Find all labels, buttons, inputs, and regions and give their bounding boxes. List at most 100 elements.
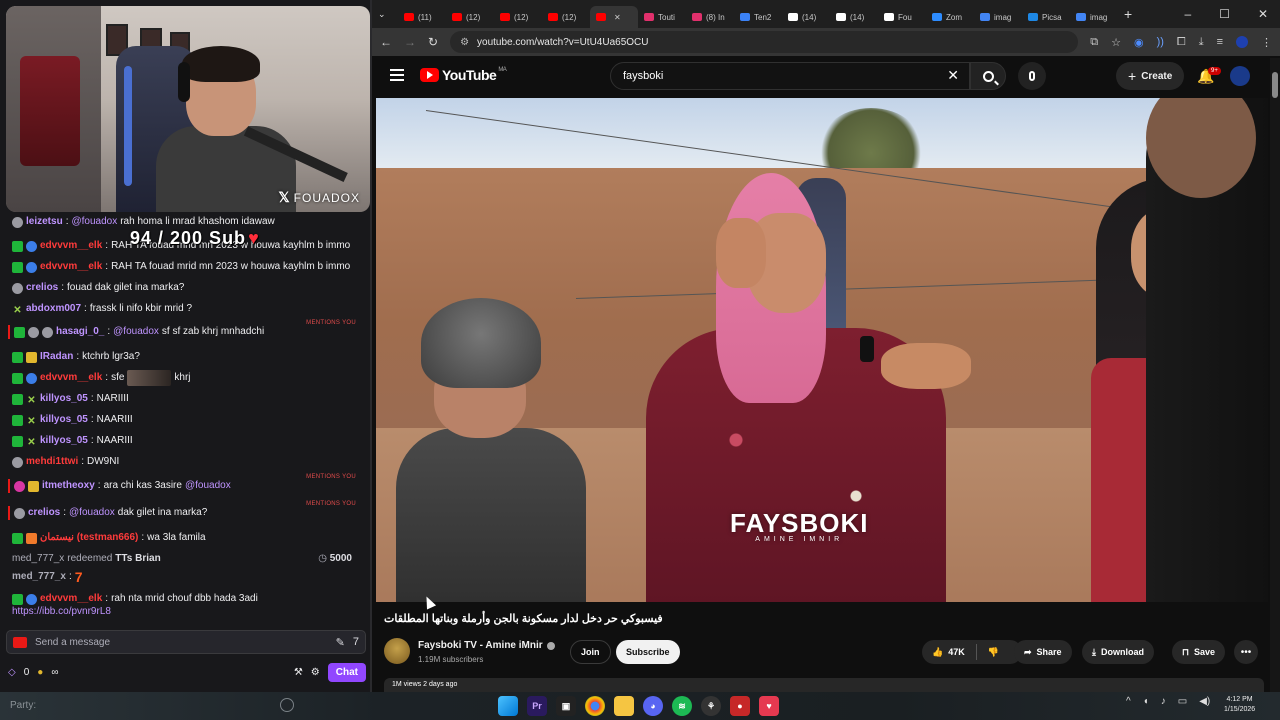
download-button[interactable]: ⤓ Download: [1082, 640, 1154, 664]
channel-name[interactable]: Faysboki TV - Amine iMnir: [418, 640, 555, 651]
channel-avatar[interactable]: [384, 638, 410, 664]
settings-icon[interactable]: ⚙: [311, 667, 320, 678]
browser-tab[interactable]: Ten2: [734, 6, 782, 28]
chat-badge-icon[interactable]: [26, 261, 37, 273]
file-explorer-icon[interactable]: [614, 696, 634, 716]
app-icon[interactable]: ♥: [759, 696, 779, 716]
dislike-icon[interactable]: 👎: [988, 647, 999, 658]
profile-avatar[interactable]: [1236, 36, 1248, 48]
description-box[interactable]: 1M views 2 days ago: [384, 678, 1264, 692]
chat-username[interactable]: edvvvm__elk: [40, 592, 102, 606]
browser-tab[interactable]: imag: [974, 6, 1022, 28]
chat-badge-icon[interactable]: [12, 593, 23, 605]
chat-username[interactable]: edvvvm__elk: [40, 371, 102, 385]
chat-input[interactable]: Send a message ✎ 7: [6, 630, 366, 654]
account-avatar[interactable]: [1230, 66, 1250, 86]
headset-icon[interactable]: ◖: [1143, 696, 1149, 707]
chat-username[interactable]: نيستمان (testman666): [40, 531, 138, 545]
chat-badge-icon[interactable]: [12, 456, 23, 468]
chat-badge-icon[interactable]: ✕: [26, 415, 37, 427]
chat-username[interactable]: med_777_x: [12, 570, 66, 584]
chat-badge-icon[interactable]: [12, 261, 23, 273]
chat-badge-icon[interactable]: [14, 507, 25, 519]
install-icon[interactable]: ⧉: [1090, 36, 1098, 49]
reload-icon[interactable]: ↻: [428, 35, 438, 49]
spotify-icon[interactable]: ≋: [672, 696, 692, 716]
chat-link[interactable]: https://ibb.co/pvnr9rL8: [12, 605, 364, 619]
browser-tab[interactable]: imag: [1070, 6, 1118, 28]
url-text[interactable]: youtube.com/watch?v=UtU4Ua65OCU: [477, 37, 648, 48]
chat-mention[interactable]: @fouadox: [185, 479, 231, 493]
chat-badge-icon[interactable]: [26, 532, 37, 544]
voice-search-button[interactable]: [1018, 62, 1046, 90]
video-player[interactable]: FAYSBOKI AMINE IMNIR: [376, 98, 1268, 602]
youtube-logo[interactable]: YouTube MA: [420, 67, 507, 83]
chat-badge-icon[interactable]: [12, 532, 23, 544]
chat-badge-icon[interactable]: [28, 326, 39, 338]
chat-badge-icon[interactable]: [26, 593, 37, 605]
page-scrollbar[interactable]: [1270, 58, 1280, 692]
chat-badge-icon[interactable]: [12, 372, 23, 384]
chat-badge-icon[interactable]: [28, 480, 39, 492]
seven-tv-icon[interactable]: 7: [353, 636, 359, 648]
chat-mention[interactable]: @fouadox: [113, 325, 159, 339]
more-actions-icon[interactable]: •••: [1234, 640, 1258, 664]
chat-badge-icon[interactable]: [42, 326, 53, 338]
tools-icon[interactable]: ⚒: [294, 667, 303, 678]
maximize-icon[interactable]: ☐: [1219, 7, 1230, 21]
mic-tray-icon[interactable]: ♪: [1161, 696, 1166, 707]
bookmark-star-icon[interactable]: ☆: [1111, 36, 1121, 49]
extension-icon[interactable]: )): [1157, 36, 1164, 48]
browser-tab[interactable]: (12): [446, 6, 494, 28]
chat-username[interactable]: abdoxm007: [26, 302, 81, 316]
browser-tab[interactable]: Touti: [638, 6, 686, 28]
chat-input-placeholder[interactable]: Send a message: [35, 637, 328, 648]
chrome-icon[interactable]: [585, 696, 605, 716]
close-window-icon[interactable]: ✕: [1258, 7, 1268, 21]
chat-username[interactable]: killyos_05: [40, 392, 88, 406]
volume-icon[interactable]: ◀): [1199, 696, 1210, 707]
bits-icon[interactable]: ◇: [8, 667, 16, 678]
search-value[interactable]: faysboki: [623, 70, 663, 82]
chat-badge-icon[interactable]: [12, 435, 23, 447]
like-count[interactable]: 47K: [948, 647, 965, 657]
browser-tab[interactable]: (11): [398, 6, 446, 28]
chat-mention[interactable]: @fouadox: [69, 506, 115, 520]
chat-username[interactable]: edvvvm__elk: [40, 239, 102, 253]
windows-start-icon[interactable]: [498, 696, 518, 716]
search-button[interactable]: [970, 62, 1006, 90]
chat-username[interactable]: killyos_05: [40, 413, 88, 427]
capcut-icon[interactable]: ▣: [556, 696, 576, 716]
chat-mention[interactable]: @fouadox: [71, 215, 117, 229]
chat-badge-icon[interactable]: ✕: [12, 304, 23, 316]
browser-tab[interactable]: Picsa: [1022, 6, 1070, 28]
hamburger-menu-icon[interactable]: [390, 69, 404, 81]
forward-icon[interactable]: →: [404, 35, 416, 49]
chat-username[interactable]: mehdi1ttwi: [26, 455, 78, 469]
chat-username[interactable]: crelios: [26, 281, 58, 295]
chat-badge-icon[interactable]: [26, 351, 37, 363]
chat-send-button[interactable]: Chat: [327, 662, 366, 682]
chat-username[interactable]: IRadan: [40, 350, 73, 364]
chat-username[interactable]: killyos_05: [40, 434, 88, 448]
chat-badge-icon[interactable]: [12, 282, 23, 294]
browser-tab[interactable]: (8) In: [686, 6, 734, 28]
browser-tab[interactable]: Zom: [926, 6, 974, 28]
media-icon[interactable]: ≡: [1217, 36, 1223, 48]
tab-close-icon[interactable]: ✕: [614, 13, 621, 22]
emote-icon[interactable]: ✎: [336, 636, 345, 649]
chat-badge-icon[interactable]: [14, 480, 25, 492]
browser-tab[interactable]: (12): [494, 6, 542, 28]
subscribe-button[interactable]: Subscribe: [616, 640, 680, 664]
site-info-icon[interactable]: ⚙: [460, 37, 469, 48]
chat-badge-icon[interactable]: [12, 216, 23, 228]
chat-badge-icon[interactable]: [12, 240, 23, 252]
chat-username[interactable]: itmetheoxy: [42, 479, 95, 493]
new-tab-button[interactable]: +: [1124, 6, 1132, 22]
tab-search-icon[interactable]: ⌄: [378, 9, 398, 20]
scrollbar-thumb[interactable]: [1272, 72, 1278, 98]
chat-badge-icon[interactable]: [12, 393, 23, 405]
recorder-icon[interactable]: ●: [730, 696, 750, 716]
chat-username[interactable]: crelios: [28, 506, 60, 520]
chat-username[interactable]: leizetsu: [26, 215, 63, 229]
